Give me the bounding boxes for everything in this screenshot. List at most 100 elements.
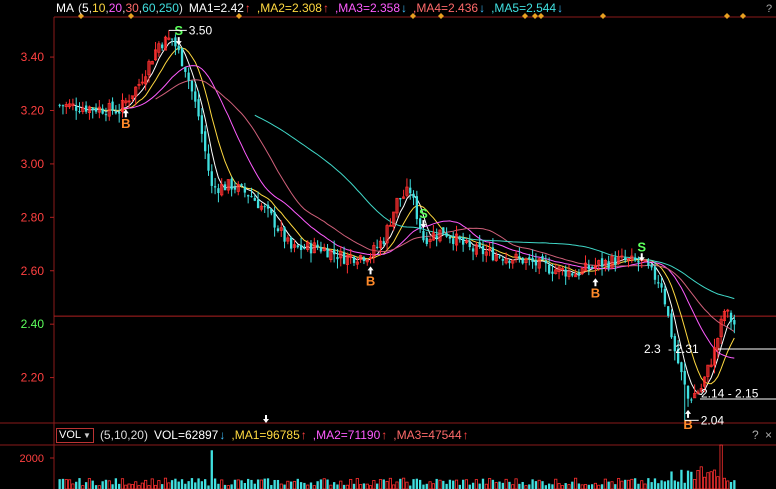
candle-body xyxy=(270,209,273,214)
volume-bar xyxy=(428,481,432,489)
volume-bar xyxy=(368,485,373,489)
volume-bar xyxy=(61,478,65,489)
candle-body xyxy=(111,101,114,111)
candle-body xyxy=(478,242,481,247)
candle-body xyxy=(521,257,524,264)
vol-indicator-name: VOL xyxy=(59,428,82,441)
volume-bar xyxy=(309,482,313,489)
volume-bar xyxy=(528,484,531,489)
ma1-line xyxy=(72,40,735,396)
volume-bar xyxy=(329,484,333,489)
candle-body xyxy=(445,233,448,237)
volume-bar xyxy=(167,482,171,489)
ma-indicator-bar: MA ( 5, 10, 20, 30, 60, 250 ) MA1=2.42 ↑ ,MA2=2… xyxy=(56,0,569,16)
volume-bar xyxy=(458,484,461,489)
candle-body xyxy=(600,258,604,267)
volume-bar xyxy=(204,479,207,489)
volume-bar xyxy=(263,478,266,489)
volume-bar xyxy=(87,478,91,489)
volume-bar xyxy=(161,484,164,489)
volume-bar xyxy=(333,482,336,489)
ma-trend-icon-0: ↑ xyxy=(244,1,251,15)
volume-bar xyxy=(504,478,508,489)
volume-bar xyxy=(342,484,346,489)
volume-bar xyxy=(303,482,306,489)
volume-bar xyxy=(276,479,280,489)
volume-bar xyxy=(583,484,588,489)
volume-bar xyxy=(163,477,168,489)
candle-body xyxy=(104,114,108,116)
volume-bar xyxy=(587,484,590,489)
volume-bar xyxy=(78,478,81,489)
sell-signal-label: S xyxy=(637,239,646,254)
ma5-line xyxy=(254,114,735,300)
candle-body xyxy=(200,115,204,134)
level-left-label: 2.3 xyxy=(644,342,661,356)
volume-bar xyxy=(614,484,617,489)
volume-bar xyxy=(220,479,224,489)
volume-bar xyxy=(120,478,125,489)
candle-body xyxy=(508,260,511,264)
volume-bar xyxy=(498,481,501,489)
candle-body xyxy=(336,256,339,260)
candle-body xyxy=(501,259,504,261)
volume-bar xyxy=(633,478,637,489)
volume-bar xyxy=(240,480,243,489)
volume-bar xyxy=(501,482,504,489)
volume-bar xyxy=(571,481,574,489)
volume-bar xyxy=(464,479,469,489)
y-tick-label: 2.40 xyxy=(21,317,45,331)
vol-values: VOL=62897 ↓ ,MA1=96785 ↑ ,MA2=71190 ↑ ,MA3=475… xyxy=(154,428,475,442)
volume-bar xyxy=(283,484,286,489)
volume-bar xyxy=(733,480,736,489)
candle-body xyxy=(375,246,379,248)
volume-bar xyxy=(190,478,194,489)
candle-body xyxy=(425,237,428,244)
volume-bar xyxy=(150,478,154,489)
ma-help-icon: ? xyxy=(766,3,772,15)
buy-signal-label: B xyxy=(591,285,600,300)
volume-bar xyxy=(375,483,379,489)
candle-body xyxy=(247,195,250,197)
volume-bar xyxy=(243,483,247,489)
volume-bar xyxy=(200,481,204,489)
candle-body xyxy=(442,227,445,234)
candle-body xyxy=(422,230,425,241)
volume-bar xyxy=(729,482,733,489)
candle-body xyxy=(177,45,180,51)
volume-bar xyxy=(422,484,425,489)
volume-bar xyxy=(415,478,419,489)
ma-indicator-name[interactable]: MA xyxy=(56,1,74,15)
volume-bar xyxy=(306,484,310,489)
ma-trend-icon-4: ↓ xyxy=(557,1,564,15)
vol-help-icon[interactable]: ? xyxy=(752,428,759,442)
ma-param-250: 250 xyxy=(158,1,179,15)
volume-bar xyxy=(233,479,237,489)
volume-bar xyxy=(686,470,690,489)
vol-trend-icon-0: ↓ xyxy=(219,428,226,442)
volume-bar xyxy=(134,481,138,489)
candle-body xyxy=(571,273,574,276)
vol-indicator-dropdown[interactable]: VOL ▼ xyxy=(56,427,94,443)
candle-body xyxy=(75,106,78,111)
volume-bar xyxy=(630,478,634,489)
volume-bar xyxy=(336,484,339,489)
volume-bar xyxy=(491,479,495,489)
volume-bar xyxy=(541,481,544,489)
volume-bar xyxy=(385,480,389,489)
volume-bar xyxy=(259,479,263,489)
volume-bar xyxy=(597,484,601,489)
volume-bar xyxy=(91,480,94,489)
candle-body xyxy=(263,206,266,208)
vol-close-icon[interactable]: × xyxy=(765,428,772,442)
volume-bar xyxy=(551,484,554,489)
candle-body xyxy=(118,111,121,114)
volume-bar xyxy=(617,478,621,489)
ma-value-4: ,MA5=2.544 xyxy=(491,1,557,15)
candle-body xyxy=(319,247,323,252)
volume-bar xyxy=(184,483,187,489)
volume-bar xyxy=(270,484,273,489)
volume-bar xyxy=(114,478,118,489)
volume-bar xyxy=(593,482,597,489)
volume-bar xyxy=(600,484,604,489)
